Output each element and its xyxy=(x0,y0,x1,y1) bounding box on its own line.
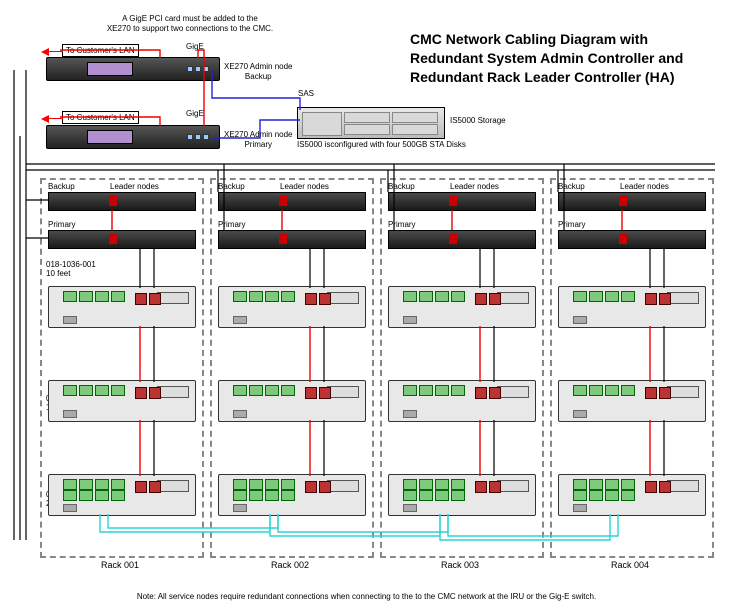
r2-primary-label: Primary xyxy=(218,220,246,230)
admin-primary-label: XE270 Admin node Primary xyxy=(224,130,293,149)
footnote: Note: All service nodes require redundan… xyxy=(0,592,733,601)
r2-leader-backup xyxy=(218,192,366,211)
diagram-title: CMC Network Cabling Diagram with Redunda… xyxy=(410,30,683,87)
gige-label-1: GigE xyxy=(186,42,204,52)
title-line-3: Redundant Rack Leader Controller (HA) xyxy=(410,69,674,85)
r2-leader-label: Leader nodes xyxy=(280,182,329,192)
r3-leader-primary xyxy=(388,230,536,249)
admin-node-primary xyxy=(46,125,220,149)
r1-backup-label: Backup xyxy=(48,182,75,192)
r4-switch-1 xyxy=(558,286,706,328)
rack-label-3: Rack 003 xyxy=(390,560,530,570)
r3-switch-2 xyxy=(388,380,536,422)
gige-label-2: GigE xyxy=(186,109,204,119)
r3-leader-backup xyxy=(388,192,536,211)
r3-primary-label: Primary xyxy=(388,220,416,230)
admin-backup-label: XE270 Admin node Backup xyxy=(224,62,293,81)
r1-leader-label: Leader nodes xyxy=(110,182,159,192)
r3-switch-1 xyxy=(388,286,536,328)
storage-config: IS5000 isconfigured with four 500GB STA … xyxy=(297,140,466,150)
r4-primary-label: Primary xyxy=(558,220,586,230)
to-customer-lan-backup: To Customer's LAN xyxy=(62,44,139,57)
r4-leader-backup xyxy=(558,192,706,211)
to-customer-lan-primary: To Customer's LAN xyxy=(62,111,139,124)
r1-leader-primary xyxy=(48,230,196,249)
r1-switch-2 xyxy=(48,380,196,422)
title-line-2: Redundant System Admin Controller and xyxy=(410,50,683,66)
r4-switch-3 xyxy=(558,474,706,516)
r3-backup-label: Backup xyxy=(388,182,415,192)
sas-label: SAS xyxy=(298,89,314,99)
r3-switch-3 xyxy=(388,474,536,516)
title-line-1: CMC Network Cabling Diagram with xyxy=(410,31,648,47)
r1-leader-backup xyxy=(48,192,196,211)
is5000-storage xyxy=(297,107,445,139)
r1-primary-label: Primary xyxy=(48,220,76,230)
pci-note: A GigE PCI card must be added to the XE2… xyxy=(90,14,290,33)
r4-switch-2 xyxy=(558,380,706,422)
rack-label-1: Rack 001 xyxy=(50,560,190,570)
r2-switch-3 xyxy=(218,474,366,516)
r2-backup-label: Backup xyxy=(218,182,245,192)
rack-label-4: Rack 004 xyxy=(560,560,700,570)
r1-switch-1 xyxy=(48,286,196,328)
admin-node-backup xyxy=(46,57,220,81)
cable-1036: 018-1036-001 10 feet xyxy=(46,260,96,278)
r2-switch-1 xyxy=(218,286,366,328)
r2-leader-primary xyxy=(218,230,366,249)
r4-leader-primary xyxy=(558,230,706,249)
rack-label-2: Rack 002 xyxy=(220,560,360,570)
r3-leader-label: Leader nodes xyxy=(450,182,499,192)
r4-backup-label: Backup xyxy=(558,182,585,192)
storage-name: IS5000 Storage xyxy=(450,116,506,126)
r1-switch-3 xyxy=(48,474,196,516)
r2-switch-2 xyxy=(218,380,366,422)
r4-leader-label: Leader nodes xyxy=(620,182,669,192)
